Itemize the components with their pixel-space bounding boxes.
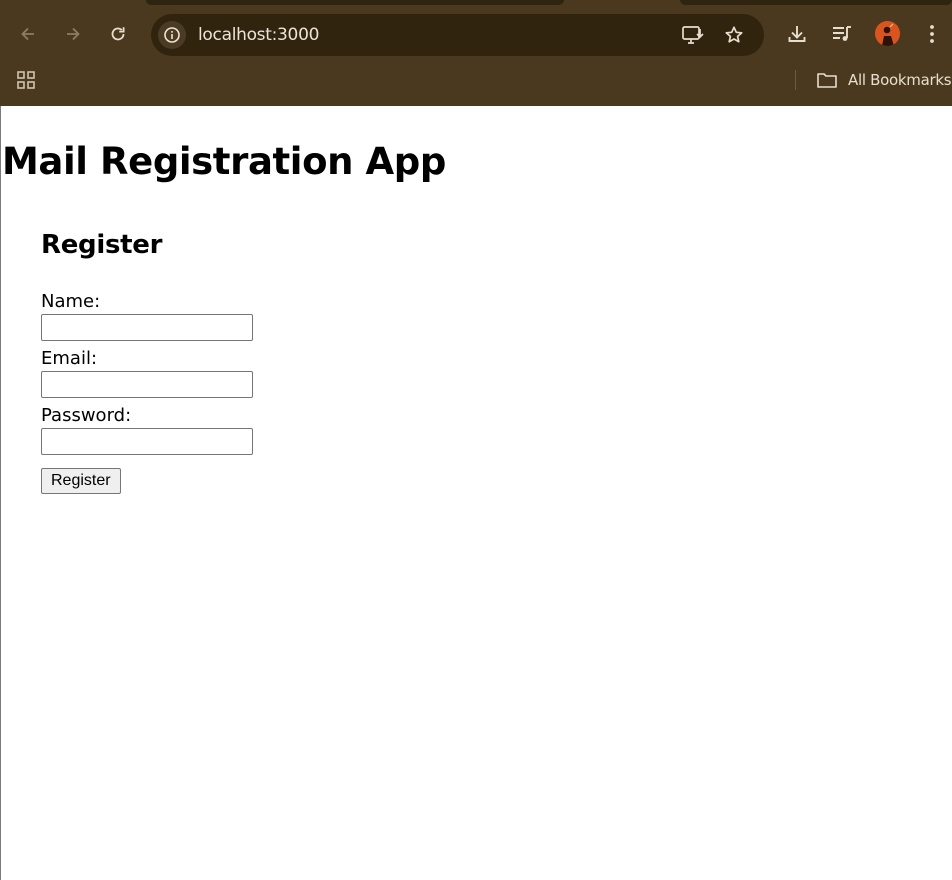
apps-grid-icon (17, 71, 35, 89)
reload-icon (111, 27, 125, 41)
all-bookmarks-label: All Bookmarks (848, 71, 952, 89)
arrow-left-icon (21, 27, 34, 41)
registration-form: Register Name: Email: Password: Register (41, 230, 253, 494)
apps-button[interactable] (10, 64, 42, 96)
tab-strip-edge (680, 0, 952, 5)
media-queue-icon (833, 26, 851, 41)
kebab-menu-icon (930, 25, 934, 43)
star-icon (725, 26, 743, 43)
browser-toolbar: localhost:3000 (0, 12, 952, 56)
tab-strip-edge (146, 0, 564, 5)
bookmarks-divider (795, 70, 796, 90)
avatar[interactable] (875, 21, 900, 46)
name-field[interactable] (41, 314, 253, 341)
password-label: Password: (41, 405, 132, 426)
window-edge (0, 106, 1, 880)
download-icon (788, 26, 806, 42)
back-button[interactable] (12, 18, 44, 50)
folder-icon (817, 73, 837, 88)
install-app-icon (682, 26, 704, 44)
email-field[interactable] (41, 371, 253, 398)
all-bookmarks-button[interactable]: All Bookmarks (816, 68, 952, 92)
site-info-button[interactable] (158, 21, 186, 49)
bookmarks-bar: All Bookmarks (0, 62, 952, 98)
address-bar[interactable]: localhost:3000 (151, 14, 764, 56)
downloads-button[interactable] (781, 18, 813, 50)
profile-picture (875, 21, 900, 46)
reload-button[interactable] (102, 18, 134, 50)
forward-button[interactable] (57, 18, 89, 50)
url-text[interactable]: localhost:3000 (198, 25, 319, 45)
name-label: Name: (41, 291, 101, 312)
info-icon (164, 27, 180, 43)
form-heading: Register (41, 230, 163, 260)
password-field[interactable] (41, 428, 253, 455)
arrow-right-icon (67, 27, 80, 41)
register-button[interactable]: Register (41, 468, 121, 494)
browser-menu-button[interactable] (916, 18, 948, 50)
browser-chrome: localhost:3000 All Bookmarks (0, 0, 952, 106)
media-controls-button[interactable] (826, 18, 858, 50)
email-label: Email: (41, 348, 98, 369)
bookmark-star-button[interactable] (719, 20, 749, 50)
page-title: Mail Registration App (2, 140, 446, 183)
install-app-button[interactable] (678, 20, 708, 50)
